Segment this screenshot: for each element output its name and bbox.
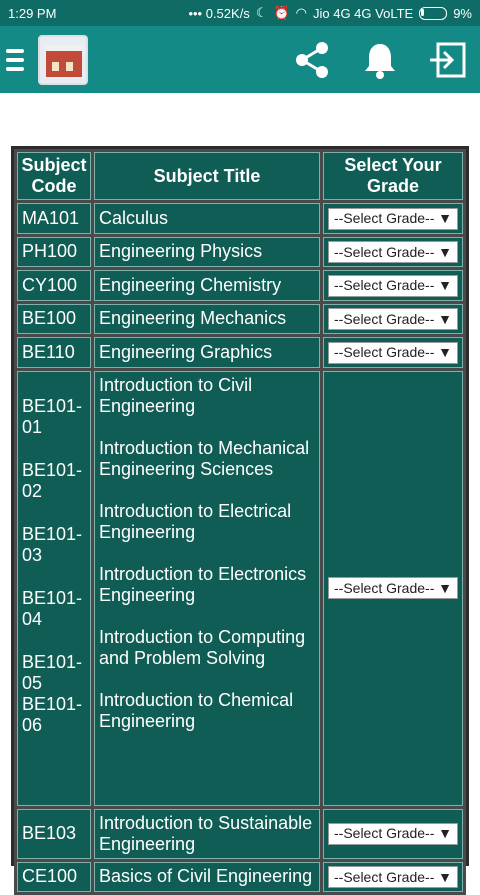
table-row: MA101 Calculus --Select Grade-- ▼ <box>17 203 463 234</box>
subject-code: BE103 <box>17 808 91 859</box>
subject-code: BE100 <box>17 303 91 334</box>
status-time: 1:29 PM <box>8 5 57 21</box>
subject-code: BE101-02 <box>22 459 83 501</box>
dropdown-arrow-icon: ▼ <box>438 825 452 842</box>
college-logo[interactable] <box>38 34 88 85</box>
subject-title: Introduction to Computing and Problem So… <box>99 626 306 668</box>
table-row: CY100 Engineering Chemistry --Select Gra… <box>17 270 463 301</box>
subject-title: Engineering Graphics <box>94 337 320 368</box>
subject-code: MA101 <box>17 203 91 234</box>
subject-code: CE100 <box>17 861 91 892</box>
table-row: BE100 Engineering Mechanics --Select Gra… <box>17 303 463 334</box>
subject-title: Basics of Civil Engineering <box>94 861 320 892</box>
table-row: BE103 Introduction to Sustainable Engine… <box>17 808 463 859</box>
grade-select[interactable]: --Select Grade-- ▼ <box>328 207 458 230</box>
appbar-actions <box>292 40 474 80</box>
network-label: Jio 4G 4G VoLTE <box>313 5 414 21</box>
dropdown-arrow-icon: ▼ <box>438 344 452 360</box>
grade-select-label: --Select Grade-- <box>334 243 435 260</box>
grade-select-label: --Select Grade-- <box>334 579 435 596</box>
table-row: BE110 Engineering Graphics --Select Grad… <box>17 337 463 368</box>
grade-select[interactable]: --Select Grade-- ▼ <box>328 822 458 845</box>
subject-code: PH100 <box>17 236 91 267</box>
subject-code: BE101-06 <box>22 693 83 735</box>
grade-select-label: --Select Grade-- <box>334 825 435 842</box>
subject-code: CY100 <box>17 270 91 301</box>
subject-title: Introduction to Electrical Engineering <box>99 500 292 542</box>
share-icon[interactable] <box>292 40 332 80</box>
status-bar: 1:29 PM ••• 0.52K/s ☾ ⏰ ◠ Jio 4G 4G VoLT… <box>0 0 480 26</box>
subject-title: Engineering Physics <box>94 236 320 267</box>
app-bar <box>0 26 480 93</box>
subject-code: BE110 <box>17 337 91 368</box>
subject-title: Introduction to Chemical Engineering <box>99 689 294 731</box>
subject-code: BE101-03 <box>22 523 83 565</box>
menu-icon[interactable] <box>6 48 24 71</box>
wifi-icon: ◠ <box>295 5 307 20</box>
subject-code: BE101-01 <box>22 395 83 437</box>
dropdown-arrow-icon: ▼ <box>438 243 452 260</box>
dropdown-arrow-icon: ▼ <box>438 310 452 327</box>
header-select-grade: Select Your Grade <box>323 152 463 200</box>
grade-select-label: --Select Grade-- <box>334 344 435 360</box>
subject-title-group: Introduction to Civil Engineering Introd… <box>94 370 320 806</box>
grade-table-container: Subject Code Subject Title Select Your G… <box>11 146 469 895</box>
network-speed: ••• 0.52K/s <box>188 5 250 21</box>
grade-select[interactable]: --Select Grade-- ▼ <box>328 308 458 330</box>
grade-select[interactable]: --Select Grade-- ▼ <box>328 274 458 297</box>
subject-code: BE101-04 <box>22 587 83 629</box>
logout-icon[interactable] <box>428 40 468 80</box>
grade-select[interactable]: --Select Grade-- ▼ <box>328 241 458 263</box>
subject-title: Engineering Mechanics <box>94 303 320 334</box>
moon-icon: ☾ <box>255 5 268 20</box>
subject-title: Introduction to Civil Engineering <box>99 374 253 416</box>
subject-title: Introduction to Sustainable Engineering <box>94 808 320 859</box>
table-header-row: Subject Code Subject Title Select Your G… <box>17 152 463 200</box>
subject-title: Engineering Chemistry <box>94 270 320 301</box>
grade-select-label: --Select Grade-- <box>334 868 435 885</box>
alarm-icon: ⏰ <box>273 5 290 20</box>
subject-code-group: BE101-01 BE101-02 BE101-03 BE101-04 BE10… <box>17 370 91 806</box>
dropdown-arrow-icon: ▼ <box>438 579 452 596</box>
battery-level: 9% <box>453 5 472 21</box>
grade-select-label: --Select Grade-- <box>334 310 435 327</box>
subject-code: BE101-05 <box>22 651 83 693</box>
battery-icon <box>419 6 448 20</box>
grade-select-label: --Select Grade-- <box>334 277 435 293</box>
dropdown-arrow-icon: ▼ <box>438 277 452 293</box>
header-subject-code: Subject Code <box>17 152 91 200</box>
dropdown-arrow-icon: ▼ <box>438 210 452 226</box>
table-row: PH100 Engineering Physics --Select Grade… <box>17 236 463 267</box>
grade-table: Subject Code Subject Title Select Your G… <box>14 149 466 895</box>
table-row: CE100 Basics of Civil Engineering --Sele… <box>17 861 463 892</box>
grade-select-label: --Select Grade-- <box>334 210 435 226</box>
table-row-group: BE101-01 BE101-02 BE101-03 BE101-04 BE10… <box>17 370 463 806</box>
grade-select[interactable]: --Select Grade-- ▼ <box>328 341 458 364</box>
grade-select[interactable]: --Select Grade-- ▼ <box>328 866 458 888</box>
bell-icon[interactable] <box>360 40 400 80</box>
dropdown-arrow-icon: ▼ <box>438 868 452 885</box>
status-right: ••• 0.52K/s ☾ ⏰ ◠ Jio 4G 4G VoLTE 9% <box>188 5 472 21</box>
grade-select[interactable]: --Select Grade-- ▼ <box>328 577 458 600</box>
subject-title: Calculus <box>94 203 320 234</box>
subject-title: Introduction to Electronics Engineering <box>99 563 307 605</box>
subject-title: Introduction to Mechanical Engineering S… <box>99 437 310 479</box>
header-subject-title: Subject Title <box>94 152 320 200</box>
